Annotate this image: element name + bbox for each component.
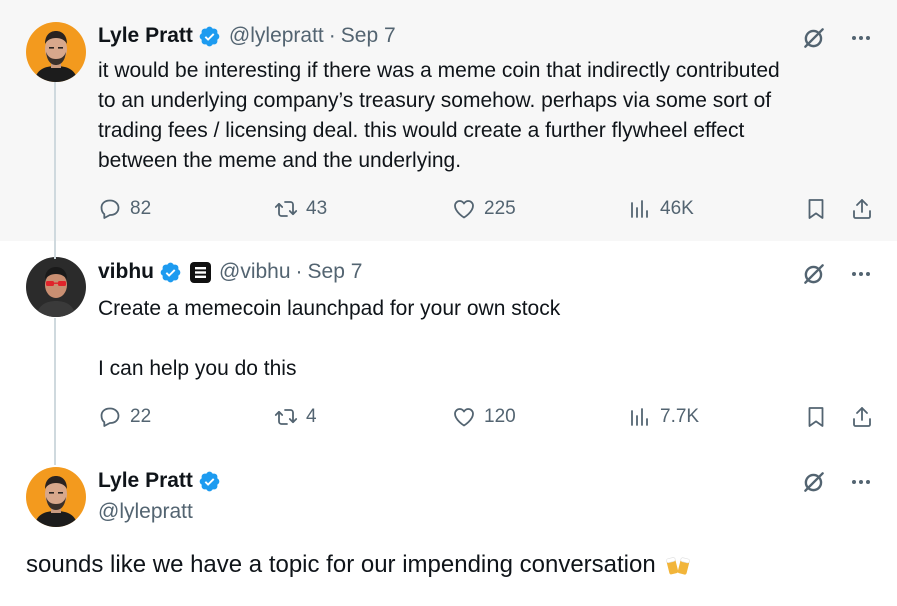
- like-button[interactable]: 225: [452, 194, 516, 224]
- repost-button[interactable]: 43: [274, 194, 327, 224]
- author-handle[interactable]: @lylepratt: [229, 24, 324, 48]
- tweet-date[interactable]: Sep 7: [308, 260, 363, 284]
- author-name[interactable]: Lyle Pratt: [98, 24, 193, 48]
- repost-count: 43: [306, 198, 328, 219]
- author-name[interactable]: vibhu: [98, 260, 154, 284]
- repost-button[interactable]: 4: [274, 402, 317, 432]
- thread-connector-line: [54, 318, 56, 465]
- more-dots-icon[interactable]: [849, 26, 873, 50]
- tweet-text-line: I can help you do this: [98, 357, 297, 380]
- more-dots-icon[interactable]: [849, 470, 873, 494]
- reply-bubble-icon: [98, 197, 122, 221]
- reply-button[interactable]: 82: [98, 194, 151, 224]
- reply-count: 82: [130, 198, 152, 219]
- views-bars-icon: [628, 405, 652, 429]
- tweet-text: Create a memecoin launchpad for your own…: [98, 294, 878, 384]
- avatar-image: [26, 257, 86, 317]
- tweet-text: it would be interesting if there was a m…: [98, 56, 878, 176]
- tweet-text-line: trading fees / licensing deal. this woul…: [98, 119, 745, 142]
- grok-icon[interactable]: [801, 25, 827, 51]
- clinking-beer-mugs-emoji: [664, 551, 692, 579]
- author-name[interactable]: Lyle Pratt: [98, 469, 193, 493]
- tweet-text-content: sounds like we have a topic for our impe…: [26, 551, 656, 578]
- repost-arrows-icon: [274, 405, 298, 429]
- tweet-header: vibhu @vibhu · Sep 7: [98, 260, 362, 284]
- tweet-text: sounds like we have a topic for our impe…: [26, 551, 692, 579]
- tweet-lyle-pratt-focused[interactable]: Lyle Pratt @lylepratt sounds like we hav…: [0, 447, 897, 606]
- heart-icon: [452, 405, 476, 429]
- tweet-top-actions: [801, 469, 873, 495]
- avatar-image: [26, 467, 86, 527]
- tweet-header: Lyle Pratt @lylepratt · Sep 7: [98, 24, 396, 48]
- separator-dot: ·: [328, 24, 336, 47]
- like-count: 225: [484, 198, 516, 219]
- reply-count: 22: [130, 406, 152, 427]
- share-upload-icon: [850, 197, 874, 221]
- tweet-top-actions: [801, 261, 873, 287]
- tweet-vibhu-reply[interactable]: vibhu @vibhu · Sep 7 Create a memecoin l…: [0, 241, 897, 447]
- tweet-date[interactable]: Sep 7: [341, 24, 396, 48]
- views-bars-icon: [628, 197, 652, 221]
- avatar[interactable]: [26, 257, 86, 317]
- thread-connector-line: [54, 82, 56, 259]
- repost-count: 4: [306, 406, 317, 427]
- tweet-action-bar: 82 43 225 46K: [98, 194, 878, 224]
- tweet-lyle-pratt-original[interactable]: Lyle Pratt @lylepratt · Sep 7 it would b…: [0, 0, 897, 241]
- share-upload-icon: [850, 405, 874, 429]
- tweet-text-line: between the meme and the underlying.: [98, 149, 462, 172]
- avatar-image: [26, 22, 86, 82]
- like-count: 120: [484, 406, 516, 427]
- tweet-text-line: to an underlying company’s treasury some…: [98, 89, 772, 112]
- grok-icon[interactable]: [801, 469, 827, 495]
- affiliation-badge-icon[interactable]: [190, 261, 211, 283]
- reply-bubble-icon: [98, 405, 122, 429]
- verified-badge-icon[interactable]: [198, 470, 221, 493]
- bookmark-icon: [804, 405, 828, 429]
- avatar[interactable]: [26, 22, 86, 82]
- tweet-text-line: Create a memecoin launchpad for your own…: [98, 297, 561, 320]
- more-dots-icon[interactable]: [849, 262, 873, 286]
- verified-badge-icon[interactable]: [198, 25, 221, 48]
- tweet-text-line: it would be interesting if there was a m…: [98, 59, 780, 82]
- avatar[interactable]: [26, 467, 86, 527]
- like-button[interactable]: 120: [452, 402, 516, 432]
- views-button[interactable]: 7.7K: [628, 402, 699, 432]
- view-count: 7.7K: [660, 406, 700, 427]
- verified-badge-icon[interactable]: [159, 261, 182, 284]
- bookmark-button[interactable]: [804, 402, 836, 432]
- tweet-header: Lyle Pratt: [98, 469, 221, 493]
- views-button[interactable]: 46K: [628, 194, 694, 224]
- author-handle[interactable]: @vibhu: [219, 260, 291, 284]
- bookmark-icon: [804, 197, 828, 221]
- separator-dot: ·: [295, 260, 303, 283]
- share-button[interactable]: [850, 194, 882, 224]
- reply-button[interactable]: 22: [98, 402, 151, 432]
- view-count: 46K: [660, 198, 694, 219]
- tweet-top-actions: [801, 25, 873, 51]
- tweet-action-bar: 22 4 120 7.7K: [98, 402, 878, 432]
- author-handle[interactable]: @lylepratt: [98, 500, 193, 524]
- share-button[interactable]: [850, 402, 882, 432]
- grok-icon[interactable]: [801, 261, 827, 287]
- repost-arrows-icon: [274, 197, 298, 221]
- heart-icon: [452, 197, 476, 221]
- tweet-text-line: [98, 324, 878, 354]
- bookmark-button[interactable]: [804, 194, 836, 224]
